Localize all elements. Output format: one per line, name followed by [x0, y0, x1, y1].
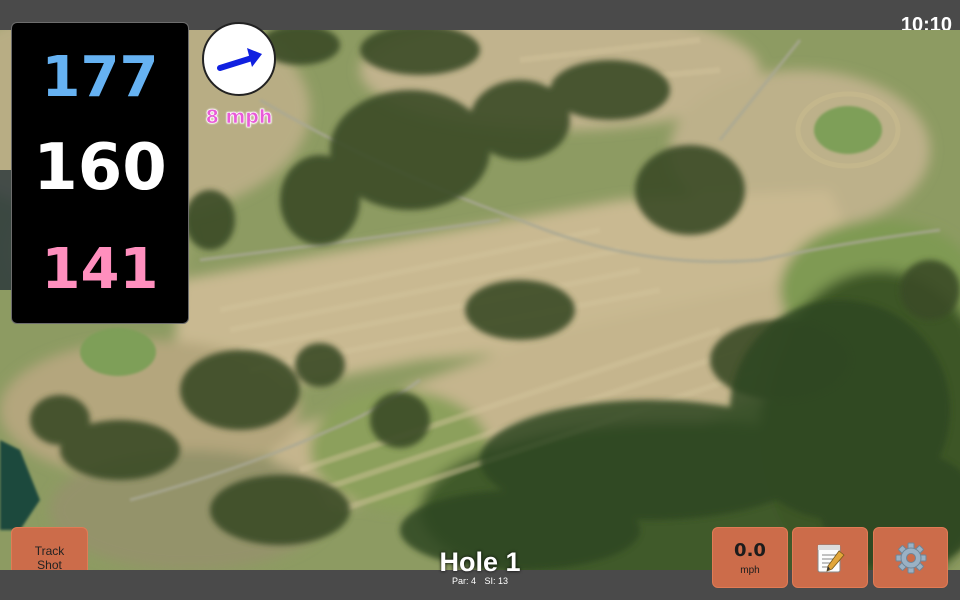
middle-yardage: 160 — [33, 131, 167, 205]
hole-info: Par: 4 SI: 13 — [380, 576, 580, 586]
back-yardage: 177 — [41, 45, 159, 110]
stroke-index-label: SI: 13 — [484, 576, 509, 586]
wind-arrow-icon — [217, 48, 262, 71]
par-label: Par: 4 — [451, 576, 476, 586]
speed-value: 0.0 — [734, 539, 766, 561]
track-shot-label-line1: Track — [34, 543, 65, 558]
settings-button[interactable] — [873, 527, 948, 588]
speed-button[interactable]: 0.0 mph — [712, 527, 788, 588]
gear-icon — [895, 542, 926, 573]
hole-title[interactable]: Hole 1 — [380, 547, 580, 578]
notes-button[interactable] — [792, 527, 868, 588]
speed-unit: mph — [740, 564, 760, 576]
golf-gps-screen: 10:10 177 160 141 8 mph Track Shot Hole … — [0, 0, 960, 600]
notepad-icon — [817, 544, 845, 572]
front-yardage: 141 — [41, 237, 159, 302]
yardage-panel: 177 160 141 — [11, 22, 189, 324]
wind-speed-label: 8 mph — [205, 106, 273, 129]
wind-indicator — [202, 22, 276, 96]
